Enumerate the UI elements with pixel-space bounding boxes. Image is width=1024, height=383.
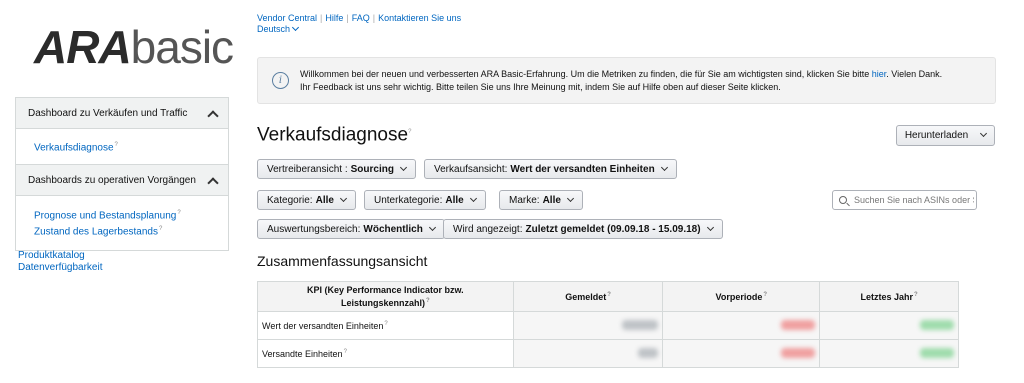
download-button[interactable]: Herunterladen — [896, 125, 995, 146]
chevron-down-icon — [980, 129, 988, 138]
sidebar-link-verkaufsdiagnose[interactable]: Verkaufsdiagnose? — [34, 139, 216, 154]
chevron-down-icon — [291, 23, 300, 32]
summary-title: Zusammenfassungsansicht — [257, 253, 428, 269]
last-year-value-cell — [819, 339, 959, 368]
link-kontakt[interactable]: Kontaktieren Sie uns — [378, 13, 461, 23]
column-header-previous: Vorperiode? — [662, 281, 821, 312]
link-datenverfuegbarkeit[interactable]: Datenverfügbarkeit — [18, 262, 103, 274]
column-header-last-year: Letztes Jahr? — [819, 281, 959, 312]
separator: | — [372, 13, 376, 23]
reported-value-cell — [512, 339, 664, 368]
info-icon: i — [272, 72, 289, 89]
chevron-down-icon — [339, 194, 347, 202]
chevron-down-icon — [566, 194, 574, 202]
chevron-up-icon[interactable] — [208, 176, 216, 184]
extra-links: Produktkatalog Datenverfügbarkeit — [18, 250, 103, 274]
link-hilfe[interactable]: Hilfe — [325, 13, 343, 23]
info-banner: i Willkommen bei der neuen und verbesser… — [257, 57, 996, 104]
column-header-reported: Gemeldet? — [512, 281, 664, 312]
chevron-down-icon — [469, 194, 477, 202]
separator: | — [346, 13, 349, 23]
help-marker-icon: ? — [408, 129, 412, 135]
previous-value-cell — [662, 339, 821, 368]
shown-period-dropdown[interactable]: Wird angezeigt: Zuletzt gemeldet (09.09.1… — [443, 219, 723, 239]
banner-text: Willkommen bei der neuen und verbesserte… — [300, 68, 943, 92]
sidebar: Dashboard zu Verkäufen und Traffic Verka… — [15, 97, 229, 251]
sidebar-section-label: Dashboards zu operativen Vorgängen — [28, 174, 196, 186]
subcategory-dropdown[interactable]: Unterkategorie: Alle — [364, 190, 486, 210]
kpi-name-cell: Versandte Einheiten? — [257, 339, 514, 368]
logo-bold: ARA — [34, 21, 132, 73]
kpi-summary-table: KPI (Key Performance Indicator bzw. Leis… — [257, 281, 959, 368]
help-marker-icon: ? — [177, 210, 181, 217]
chevron-down-icon — [428, 223, 436, 231]
separator: | — [320, 13, 323, 23]
sidebar-link-inventory-health[interactable]: Zustand des Lagerbestands? — [34, 223, 216, 238]
ara-basic-logo: ARAbasic — [34, 21, 234, 73]
language-selector[interactable]: Deutsch — [257, 23, 461, 35]
category-dropdown[interactable]: Kategorie: Alle — [257, 190, 356, 210]
distributor-view-dropdown[interactable]: Vertreiberansicht : Sourcing — [257, 159, 416, 179]
brand-dropdown[interactable]: Marke: Alle — [499, 190, 583, 210]
column-header-kpi: KPI (Key Performance Indicator bzw. Leis… — [257, 281, 514, 312]
search-icon — [839, 196, 847, 204]
previous-value-cell — [662, 311, 821, 340]
table-row: Versandte Einheiten? — [257, 339, 959, 368]
chevron-down-icon — [660, 163, 668, 171]
asin-search-field[interactable] — [832, 190, 977, 210]
sidebar-section-label: Dashboard zu Verkäufen und Traffic — [28, 107, 188, 119]
help-marker-icon: ? — [114, 142, 118, 148]
chevron-down-icon — [399, 163, 407, 171]
sales-view-dropdown[interactable]: Verkaufsansicht: Wert der versandten Einh… — [424, 159, 677, 179]
chevron-up-icon[interactable] — [208, 109, 216, 117]
top-nav-links: Vendor Central | Hilfe | FAQ | Kontaktieren Si… — [257, 13, 461, 35]
search-input[interactable] — [854, 195, 974, 205]
link-faq[interactable]: FAQ — [352, 13, 370, 23]
page-title: Verkaufsdiagnose? — [257, 124, 412, 146]
sidebar-links-group: Verkaufsdiagnose? — [16, 129, 228, 166]
link-vendor-central[interactable]: Vendor Central — [257, 13, 317, 23]
banner-link-hier[interactable]: hier — [872, 69, 887, 79]
reported-value-cell — [512, 311, 664, 340]
logo-thin: basic — [130, 21, 234, 73]
table-row: Wert der versandten Einheiten? — [257, 311, 959, 340]
sidebar-link-forecast[interactable]: Prognose und Bestandsplanung? — [34, 207, 216, 222]
table-header-row: KPI (Key Performance Indicator bzw. Leis… — [257, 281, 959, 312]
chevron-down-icon — [706, 223, 714, 231]
evaluation-range-dropdown[interactable]: Auswertungsbereich: Wöchentlich — [257, 219, 445, 239]
kpi-name-cell: Wert der versandten Einheiten? — [257, 311, 514, 340]
last-year-value-cell — [819, 311, 959, 340]
help-marker-icon: ? — [158, 225, 163, 232]
sidebar-links-group: Prognose und Bestandsplanung? Zustand de… — [16, 196, 228, 250]
sidebar-section-sales-traffic[interactable]: Dashboard zu Verkäufen und Traffic — [16, 98, 228, 129]
sidebar-section-operations[interactable]: Dashboards zu operativen Vorgängen — [16, 165, 228, 197]
link-produktkatalog[interactable]: Produktkatalog — [18, 250, 103, 262]
